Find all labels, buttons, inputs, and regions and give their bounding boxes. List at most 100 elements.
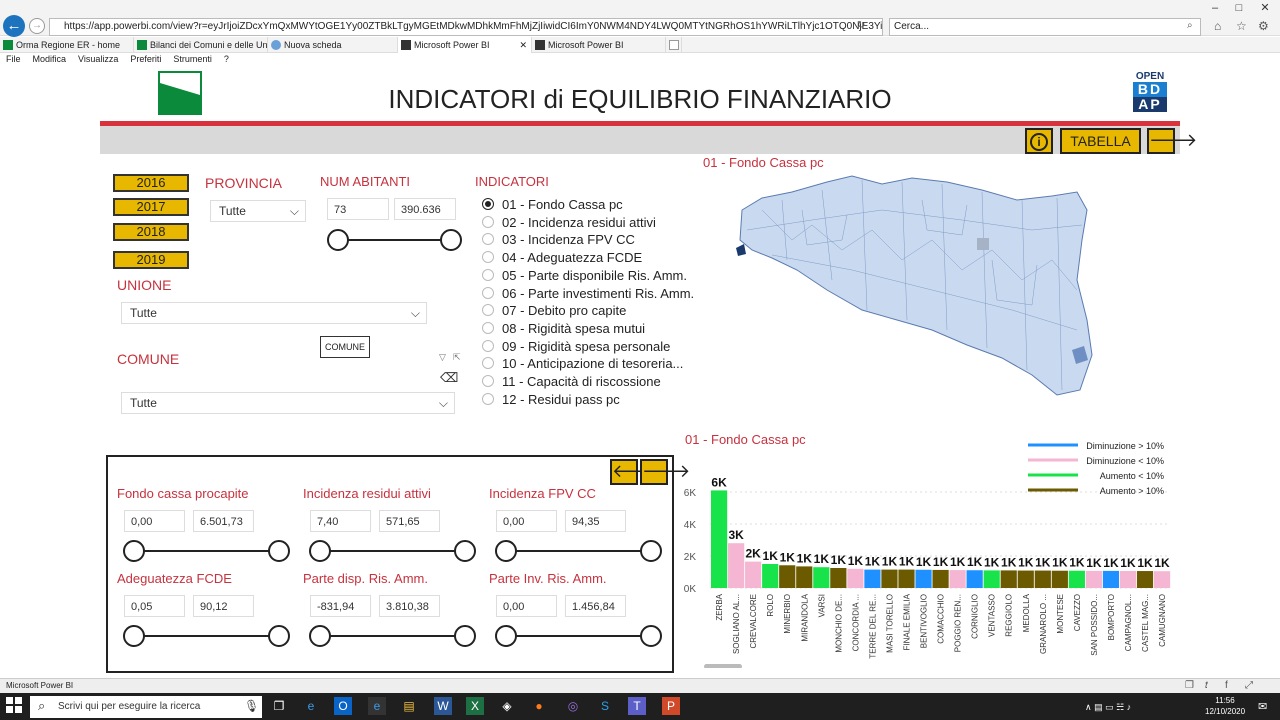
filter-max-input[interactable]: 90,12 (193, 595, 254, 617)
internet-explorer-icon[interactable]: e (368, 697, 386, 715)
settings-gear-icon[interactable]: ⚙ (1258, 19, 1269, 33)
bar[interactable] (932, 569, 949, 588)
bar[interactable] (966, 570, 983, 588)
bar[interactable] (983, 570, 1000, 588)
word-icon[interactable]: W (434, 697, 452, 715)
taskbar-search-input[interactable]: Scrivi qui per eseguire la ricerca (30, 696, 262, 718)
filter-max-input[interactable]: 6.501,73 (193, 510, 254, 532)
radio-button[interactable] (482, 251, 494, 264)
outlook-icon[interactable]: O (334, 697, 352, 715)
bar[interactable] (864, 569, 881, 588)
filter-slider-max-handle[interactable] (454, 540, 476, 562)
num-abitanti-max-input[interactable]: 390.636 (394, 198, 456, 220)
bar[interactable] (728, 543, 745, 588)
skype-icon[interactable]: S (596, 697, 614, 715)
facebook-icon[interactable]: f (1225, 680, 1228, 691)
next-page-arrow-icon[interactable]: 🡒 (1147, 128, 1197, 154)
year-button-2016[interactable]: 2016 (113, 174, 189, 192)
menu-file[interactable]: File (6, 54, 21, 64)
tabella-button[interactable]: TABELLA (1060, 128, 1141, 154)
bar[interactable] (1119, 571, 1137, 588)
menu-preferiti[interactable]: Preferiti (130, 54, 161, 64)
bar[interactable] (745, 561, 762, 588)
close-button[interactable]: ✕ (1254, 0, 1276, 16)
radio-button[interactable] (482, 339, 494, 352)
radio-button[interactable] (482, 304, 494, 317)
filter-max-input[interactable]: 571,65 (379, 510, 440, 532)
comune-button[interactable]: COMUNE (320, 336, 370, 358)
filter-slider-max-handle[interactable] (640, 540, 662, 562)
notifications-icon[interactable]: ✉ (1258, 700, 1267, 713)
num-abitanti-min-input[interactable]: 73 (327, 198, 389, 220)
filter-slider-min-handle[interactable] (495, 540, 517, 562)
radio-button[interactable] (482, 268, 494, 281)
refresh-icon[interactable]: ↻ (857, 20, 865, 31)
year-button-2018[interactable]: 2018 (113, 223, 189, 241)
unione-select[interactable]: Tutte ⌵ (121, 302, 427, 324)
radio-button[interactable] (482, 233, 494, 246)
firefox-icon[interactable]: ● (530, 697, 548, 715)
microphone-icon[interactable]: 🎙 (244, 699, 259, 713)
bar-chart[interactable]: 6K 4K 2K 0K 6K ZERBA 3K SOGLIANO AL... 2K CREVALC… (680, 438, 1180, 668)
maximize-button[interactable]: □ (1228, 0, 1250, 16)
tab-close-icon[interactable]: ✕ (519, 37, 527, 53)
bar[interactable] (847, 568, 864, 588)
address-bar[interactable]: https://app.powerbi.com/view?r=eyJrIjoiZ… (49, 18, 883, 36)
bar[interactable] (1153, 571, 1171, 588)
bar[interactable] (711, 490, 728, 588)
radio-button[interactable] (482, 321, 494, 334)
taskbar-clock[interactable]: 11:56 12/10/2020 (1205, 695, 1245, 717)
filter-slider-track[interactable] (320, 550, 464, 552)
bar[interactable] (813, 567, 830, 588)
menu-modifica[interactable]: Modifica (33, 54, 67, 64)
filter-slider-min-handle[interactable] (495, 625, 517, 647)
filter-slider-min-handle[interactable] (309, 540, 331, 562)
filter-slider-track[interactable] (134, 635, 278, 637)
browser-search-input[interactable]: Cerca... (889, 18, 1201, 36)
menu-visualizza[interactable]: Visualizza (78, 54, 118, 64)
filter-slider-max-handle[interactable] (454, 625, 476, 647)
home-icon[interactable]: ⌂ (1214, 19, 1221, 33)
bar[interactable] (1136, 571, 1154, 588)
favorites-star-icon[interactable]: ☆ (1236, 19, 1247, 33)
radio-button[interactable] (482, 375, 494, 387)
bar[interactable] (1085, 570, 1102, 588)
filter-min-input[interactable]: 0,05 (124, 595, 185, 617)
bar[interactable] (949, 570, 966, 588)
new-tab-button[interactable] (666, 37, 682, 53)
task-view-icon[interactable]: ❐ (270, 697, 288, 715)
radio-button[interactable] (482, 286, 494, 299)
app-icon[interactable]: ◎ (564, 697, 582, 715)
bar[interactable] (1000, 570, 1017, 588)
filter-slider-track[interactable] (506, 635, 650, 637)
back-button[interactable]: ← (3, 15, 25, 37)
bar[interactable] (915, 569, 932, 588)
year-button-2017[interactable]: 2017 (113, 198, 189, 216)
previous-arrow-icon[interactable]: 🡐 (610, 459, 660, 485)
tab-powerbi-active[interactable]: Microsoft Power BI ✕ (398, 37, 532, 53)
year-button-2019[interactable]: 2019 (113, 251, 189, 269)
num-abitanti-slider-min-handle[interactable] (327, 229, 349, 251)
chart-scrollbar[interactable] (704, 664, 742, 668)
num-abitanti-slider-track[interactable] (338, 239, 450, 241)
comune-select[interactable]: Tutte ⌵ (121, 392, 455, 414)
radio-button[interactable] (482, 392, 494, 405)
emilia-romagna-map[interactable] (732, 170, 1112, 400)
filter-slider-track[interactable] (506, 550, 650, 552)
powerpoint-icon[interactable]: P (662, 697, 680, 715)
excel-icon[interactable]: X (466, 697, 484, 715)
tab-orma[interactable]: Orma Regione ER - home (0, 37, 134, 53)
filter-min-input[interactable]: -831,94 (310, 595, 371, 617)
info-button[interactable]: i (1025, 128, 1053, 154)
fullscreen-icon[interactable]: ⤢ (1245, 680, 1253, 691)
bar[interactable] (1017, 570, 1034, 588)
tab-nuova-scheda[interactable]: Nuova scheda (268, 37, 398, 53)
file-explorer-icon[interactable]: ▤ (400, 697, 418, 715)
next-arrow-icon[interactable]: 🡒 (640, 459, 690, 485)
bar[interactable] (830, 568, 847, 588)
menu-strumenti[interactable]: Strumenti (173, 54, 212, 64)
filter-min-input[interactable]: 0,00 (124, 510, 185, 532)
filter-max-input[interactable]: 94,35 (565, 510, 626, 532)
filter-slider-min-handle[interactable] (123, 625, 145, 647)
bar[interactable] (1102, 570, 1120, 588)
